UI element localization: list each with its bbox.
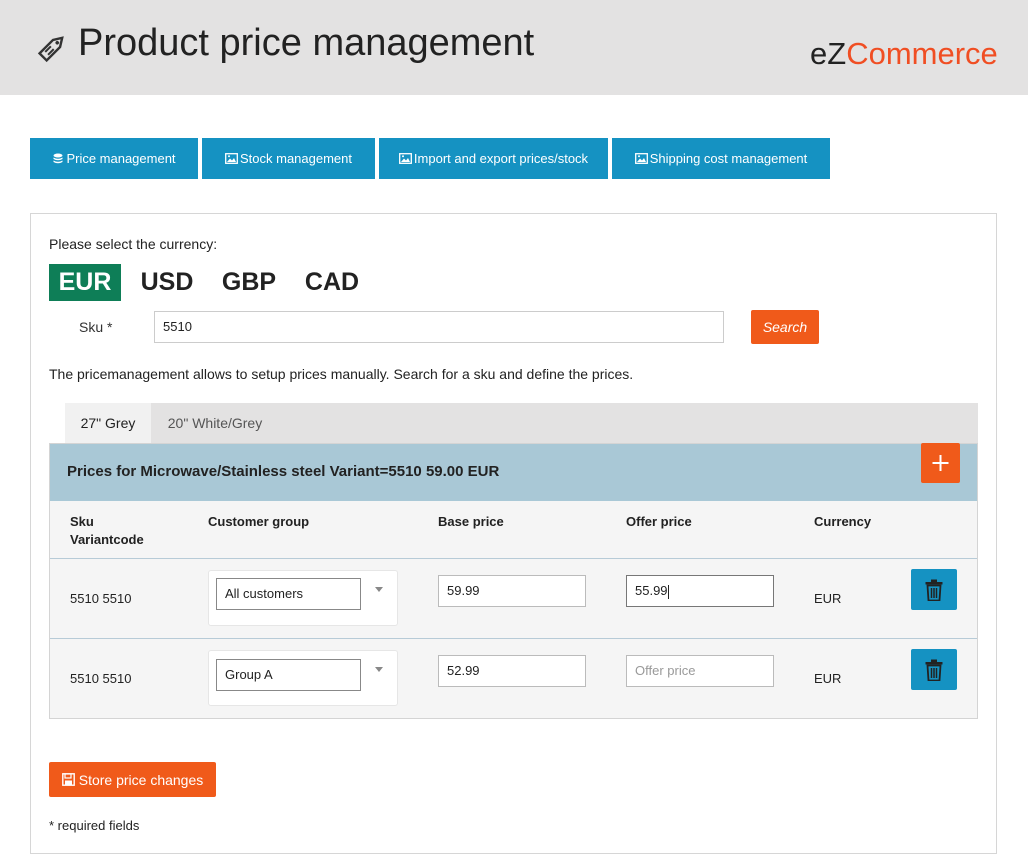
currency-usd[interactable]: USD xyxy=(133,264,201,301)
col-currency: Currency xyxy=(814,514,872,529)
col-offer-price: Offer price xyxy=(626,514,692,529)
currency-gbp[interactable]: GBP xyxy=(214,264,284,301)
brand-logo: eZCommerce xyxy=(810,36,998,71)
store-price-changes-button[interactable]: Store price changes xyxy=(49,762,216,797)
tab-27-grey[interactable]: 27" Grey xyxy=(65,403,151,443)
page-title: Product price management xyxy=(78,22,535,64)
trash-icon xyxy=(925,579,943,601)
image-icon xyxy=(634,153,648,164)
add-price-button[interactable] xyxy=(921,443,960,483)
chevron-down-icon[interactable] xyxy=(375,587,383,592)
image-icon xyxy=(225,153,238,164)
page-header: Product price management eZCommerce xyxy=(0,0,1028,95)
row1-delete-button[interactable] xyxy=(911,569,957,610)
search-button[interactable]: Search xyxy=(751,310,819,344)
currency-eur[interactable]: EUR xyxy=(49,264,121,301)
col-sku: Sku Variantcode xyxy=(70,514,144,547)
row2-delete-button[interactable] xyxy=(911,649,957,690)
row1-group-value[interactable]: All customers xyxy=(216,578,361,610)
col-base-price: Base price xyxy=(438,514,504,529)
row2-base-price-input[interactable]: 52.99 xyxy=(438,655,586,687)
nav-shipping-cost-button[interactable]: Shipping cost management xyxy=(612,138,830,179)
required-fields-note: * required fields xyxy=(49,818,140,833)
nav-stock-management-button[interactable]: Stock management xyxy=(202,138,375,179)
row2-group-value[interactable]: Group A xyxy=(216,659,361,691)
row2-currency: EUR xyxy=(814,671,842,686)
image-icon xyxy=(398,153,412,164)
row2-sku: 5510 5510 xyxy=(70,671,132,686)
plus-icon xyxy=(932,455,949,471)
chevron-down-icon[interactable] xyxy=(375,667,383,672)
prices-title: Prices for Microwave/Stainless steel Var… xyxy=(67,463,500,480)
row1-currency: EUR xyxy=(814,591,842,606)
row-divider xyxy=(50,638,977,639)
row1-sku: 5510 5510 xyxy=(70,591,132,606)
row1-base-price-input[interactable]: 59.99 xyxy=(438,575,586,607)
save-icon xyxy=(61,773,75,786)
nav-import-export-button[interactable]: Import and export prices/stock xyxy=(379,138,608,179)
currency-prompt: Please select the currency: xyxy=(49,236,218,252)
info-text: The pricemanagement allows to setup pric… xyxy=(49,366,634,382)
row-divider xyxy=(50,558,977,559)
row1-offer-price-input[interactable]: 55.99 xyxy=(626,575,774,607)
currency-cad[interactable]: CAD xyxy=(297,264,367,301)
tab-20-white-grey[interactable]: 20" White/Grey xyxy=(151,403,279,443)
sku-input[interactable]: 5510 xyxy=(154,311,724,343)
nav-price-management-button[interactable]: Price management xyxy=(30,138,198,179)
col-customer-group: Customer group xyxy=(208,514,310,529)
row2-offer-price-input[interactable]: Offer price xyxy=(626,655,774,687)
sku-label: Sku * xyxy=(79,319,113,335)
trash-icon xyxy=(925,659,943,681)
database-icon xyxy=(53,153,63,163)
price-tag-icon xyxy=(37,36,64,63)
